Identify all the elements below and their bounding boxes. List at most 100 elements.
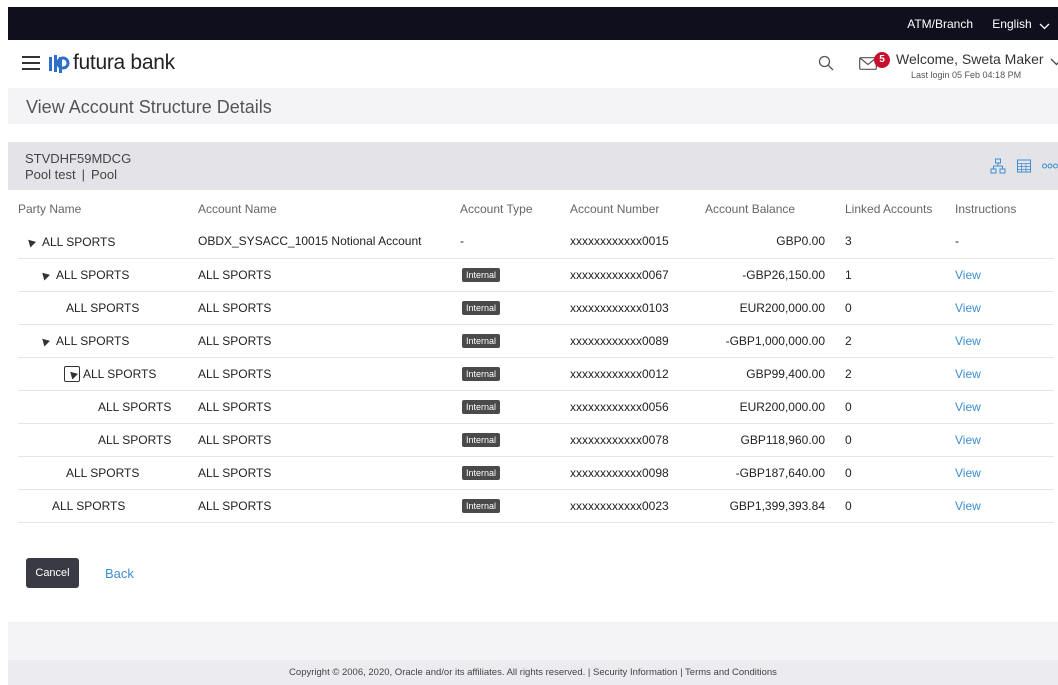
collapse-icon[interactable] [25,236,37,248]
party-name: ALL SPORTS [98,432,172,447]
linked-accounts: 1 [835,258,955,292]
view-instructions-link[interactable]: View [955,400,981,414]
window-edge [0,0,8,685]
back-link[interactable]: Back [105,566,134,581]
accounts-table: Party Name Account Name Account Type Acc… [18,192,1054,523]
atm-branch-link[interactable]: ATM/Branch [907,17,973,31]
language-label: English [992,17,1032,31]
app-header: futura bank 5 Welcome, Sweta Maker Last … [8,40,1058,88]
collapse-icon[interactable] [39,270,51,281]
linked-accounts: 0 [835,291,955,325]
page-header: View Account Structure Details [8,88,1058,124]
view-toolbar [980,158,1058,174]
account-name: ALL SPORTS [198,324,460,358]
account-type-tag: Internal [462,400,501,414]
linked-accounts: 3 [835,225,955,259]
account-name: ALL SPORTS [198,258,460,292]
chevron-down-icon [1039,23,1050,30]
futura-logo-icon [49,55,70,73]
view-instructions-link[interactable]: View [955,268,981,282]
account-type: - [460,225,570,259]
welcome-text: Welcome, Sweta Maker [896,51,1044,67]
instructions-value: - [955,225,1054,259]
footer-text: Copyright © 2006, 2020, Oracle and/or it… [289,667,777,678]
search-icon[interactable] [818,55,834,76]
notification-badge[interactable]: 5 [874,52,890,68]
view-instructions-link[interactable]: View [955,433,981,447]
view-instructions-link[interactable]: View [955,466,981,480]
col-account-balance[interactable]: Account Balance [705,192,835,225]
top-bar: ATM/Branch English [8,7,1058,40]
table-row: ALL SPORTS OBDX_SYSACC_10015 Notional Ac… [18,225,1054,259]
table-row: ALL SPORTS ALL SPORTS Internal xxxxxxxxx… [18,258,1054,292]
logo-text: futura bank [73,51,175,74]
account-balance: EUR200,000.00 [705,291,835,325]
view-instructions-link[interactable]: View [955,334,981,348]
col-account-name[interactable]: Account Name [198,192,460,225]
account-type-tag: Internal [462,466,501,480]
menu-icon[interactable] [22,56,40,70]
account-balance: -GBP187,640.00 [705,456,835,490]
party-name: ALL SPORTS [52,498,126,513]
view-instructions-link[interactable]: View [955,499,981,513]
account-number: xxxxxxxxxxxx0067 [570,258,705,292]
account-balance: GBP99,400.00 [705,357,835,391]
account-name: ALL SPORTS [198,390,460,424]
linked-accounts: 2 [835,324,955,358]
account-name: ALL SPORTS [198,291,460,325]
col-account-number[interactable]: Account Number [570,192,705,225]
table-row: ALL SPORTS ALL SPORTS Internal xxxxxxxxx… [18,291,1054,325]
col-instructions[interactable]: Instructions [955,192,1054,225]
account-name: ALL SPORTS [198,423,460,457]
party-cell: ALL SPORTS [18,268,129,282]
table-row: ALL SPORTS ALL SPORTS Internal xxxxxxxxx… [18,357,1054,391]
account-balance: GBP0.00 [705,225,835,259]
footer: Copyright © 2006, 2020, Oracle and/or it… [8,660,1058,685]
tree-view-icon[interactable] [990,158,1006,174]
footer-spacer [8,622,1058,660]
account-balance: GBP118,960.00 [705,423,835,457]
account-name: OBDX_SYSACC_10015 Notional Account [198,225,460,259]
party-cell: ALL SPORTS [18,334,129,348]
linked-accounts: 0 [835,489,955,523]
view-instructions-link[interactable]: View [955,367,981,381]
party-name: ALL SPORTS [66,465,140,480]
table-row: ALL SPORTS ALL SPORTS Internal xxxxxxxxx… [18,489,1054,523]
linked-accounts: 0 [835,390,955,424]
account-type-tag: Internal [462,268,501,282]
account-balance: -GBP1,000,000.00 [705,324,835,358]
cancel-button[interactable]: Cancel [26,558,79,588]
bank-logo[interactable]: futura bank [48,51,175,75]
col-account-type[interactable]: Account Type [460,192,570,225]
account-name: ALL SPORTS [198,456,460,490]
party-name: ALL SPORTS [66,300,140,315]
party-name: ALL SPORTS [98,399,172,414]
account-type-tag: Internal [462,334,501,348]
account-number: xxxxxxxxxxxx0023 [570,489,705,523]
collapse-icon[interactable] [64,365,80,382]
user-menu[interactable]: Welcome, Sweta Maker [896,51,1058,67]
table-header-row: Party Name Account Name Account Type Acc… [18,192,1054,225]
account-number: xxxxxxxxxxxx0078 [570,423,705,457]
party-name: ALL SPORTS [42,234,116,249]
party-name: ALL SPORTS [83,366,157,381]
party-cell: ALL SPORTS [18,235,115,249]
more-options-icon[interactable] [1042,163,1058,169]
table-row: ALL SPORTS ALL SPORTS Internal xxxxxxxxx… [18,324,1054,358]
view-instructions-link[interactable]: View [955,301,981,315]
account-number: xxxxxxxxxxxx0089 [570,324,705,358]
chevron-down-icon [1051,58,1058,66]
account-name: ALL SPORTS [198,489,460,523]
col-linked-accounts[interactable]: Linked Accounts [835,192,955,225]
account-name: ALL SPORTS [198,357,460,391]
collapse-icon[interactable] [39,336,51,347]
table-row: ALL SPORTS ALL SPORTS Internal xxxxxxxxx… [18,423,1054,457]
language-selector[interactable]: English [992,17,1050,31]
linked-accounts: 2 [835,357,955,391]
col-party-name[interactable]: Party Name [18,192,198,225]
structure-id: STVDHF59MDCG [25,151,132,166]
table-view-icon[interactable] [1016,158,1032,174]
account-number: xxxxxxxxxxxx0056 [570,390,705,424]
page-title: View Account Structure Details [26,97,272,117]
party-name: ALL SPORTS [56,333,130,348]
